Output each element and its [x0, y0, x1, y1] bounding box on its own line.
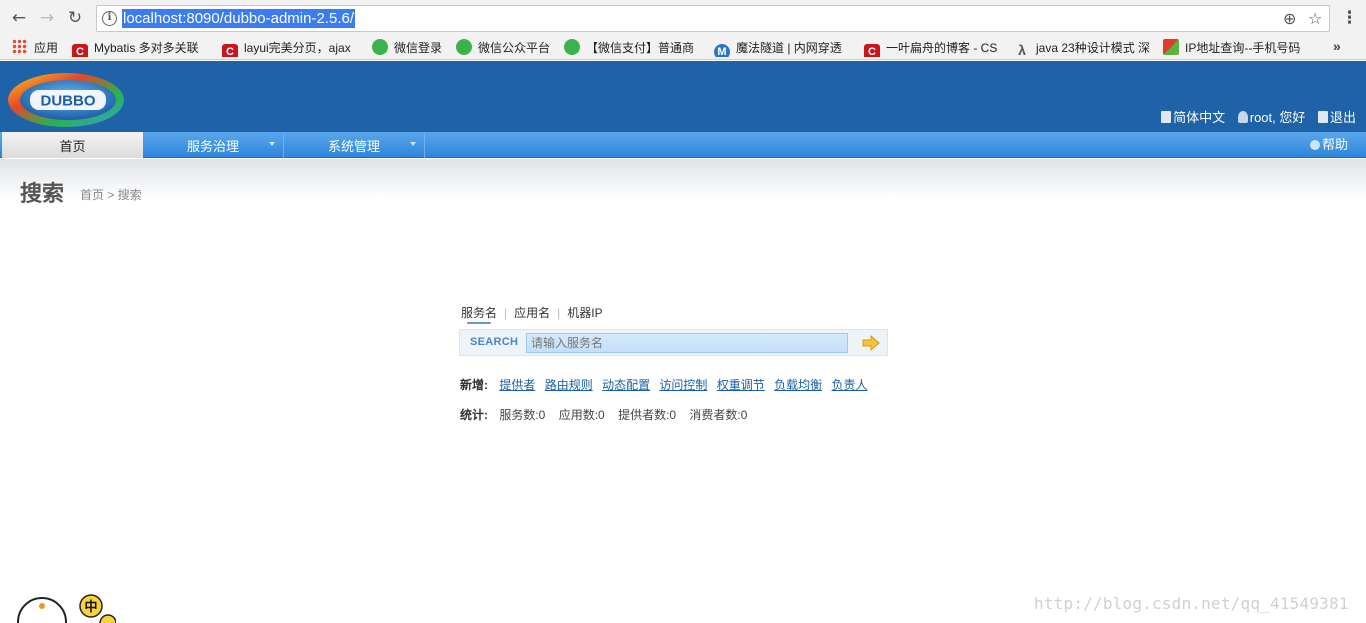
- add-provider-link[interactable]: 提供者: [499, 378, 535, 392]
- bookmark-tunnel[interactable]: M 魔法隧道 | 内网穿透: [714, 39, 850, 57]
- add-owner-link[interactable]: 负责人: [832, 378, 868, 392]
- stat-providers: 提供者数:0: [618, 408, 677, 422]
- stat-services: 服务数:0: [499, 408, 546, 422]
- bookmark-label: java 23种设计模式 深: [1036, 41, 1151, 55]
- exit-icon: [1317, 111, 1328, 123]
- lambda-icon: λ: [1018, 42, 1026, 57]
- bookmark-label: 一叶扁舟的博客 - CS: [886, 41, 998, 55]
- svg-text:DUBBO: DUBBO: [41, 93, 96, 110]
- search-box: SEARCH: [459, 329, 888, 356]
- bookmark-label: 微信登录: [394, 41, 443, 55]
- search-tabs: 服务名 | 应用名 | 机器IP: [460, 305, 604, 323]
- page-title: 搜索: [20, 181, 65, 206]
- menu-system-management[interactable]: 系统管理: [284, 132, 425, 158]
- bookmark-layui[interactable]: Clayui完美分页，ajax: [222, 39, 358, 57]
- wechat-icon: [456, 39, 472, 55]
- bookmark-wechat-platform[interactable]: 微信公众平台: [456, 39, 556, 57]
- stat-consumers: 消费者数:0: [689, 408, 748, 422]
- tab-app-name[interactable]: 应用名: [513, 305, 551, 321]
- add-row: 新增: 提供者 路由规则 动态配置 访问控制 权重调节 负载均衡 负责人: [460, 376, 874, 393]
- subheader-band: [0, 159, 1366, 199]
- bookmarks-more-icon[interactable]: »: [1333, 38, 1341, 54]
- add-weight-link[interactable]: 权重调节: [717, 378, 765, 392]
- bookmark-star-icon[interactable]: ☆: [1308, 9, 1322, 28]
- breadcrumb: 首页 > 搜索: [80, 188, 142, 202]
- bookmark-label: 微信公众平台: [478, 41, 551, 55]
- bookmark-label: 应用: [34, 41, 59, 55]
- help-link[interactable]: 帮助: [1309, 137, 1348, 153]
- back-icon[interactable]: ←: [8, 7, 30, 29]
- ime-floating-icon[interactable]: 中: [16, 592, 116, 623]
- search-input[interactable]: [526, 333, 848, 353]
- user-label: root, 您好: [1249, 110, 1306, 125]
- bookmark-blog[interactable]: C 一叶扁舟的博客 - CS: [864, 39, 1000, 57]
- help-label: 帮助: [1321, 137, 1348, 152]
- tab-divider: |: [557, 306, 561, 320]
- stats-row: 统计: 服务数:0 应用数:0 提供者数:0 消费者数:0: [460, 406, 757, 423]
- add-route-link[interactable]: 路由规则: [545, 378, 593, 392]
- wechat-icon: [564, 39, 580, 55]
- bookmark-ip-lookup[interactable]: IP地址查询--手机号码: [1163, 39, 1303, 57]
- csdn-icon: C: [864, 44, 880, 57]
- reload-icon[interactable]: ↻: [64, 7, 86, 29]
- tab-machine-ip[interactable]: 机器IP: [566, 305, 603, 321]
- logout-label: 退出: [1329, 110, 1356, 125]
- bookmark-label: Mybatis 多对多关联: [94, 41, 199, 55]
- bookmark-wechat-login[interactable]: 微信登录: [372, 39, 448, 57]
- menu-home[interactable]: 首页: [2, 132, 143, 158]
- wechat-icon: [372, 39, 388, 55]
- ip-icon: [1163, 39, 1179, 55]
- csdn-icon: C: [72, 44, 88, 57]
- browser-toolbar: ← → ↻ i localhost:8090/dubbo-admin-2.5.6…: [0, 0, 1366, 36]
- bookmark-wechat-pay[interactable]: 【微信支付】普通商: [564, 39, 704, 57]
- document-icon: [1161, 111, 1172, 123]
- bookmark-java-patterns[interactable]: λ java 23种设计模式 深: [1014, 39, 1152, 57]
- main-menu: 首页 服务治理 系统管理 帮助: [0, 132, 1366, 158]
- apps-grid-icon: [12, 39, 28, 55]
- language-label: 简体中文: [1173, 110, 1226, 125]
- user-info: root, 您好: [1237, 110, 1306, 126]
- dropdown-arrow-icon: [269, 142, 275, 146]
- menu-service-governance[interactable]: 服务治理: [143, 132, 284, 158]
- arrow-right-icon[interactable]: [862, 335, 880, 351]
- address-bar[interactable]: i localhost:8090/dubbo-admin-2.5.6/ ⊕ ☆: [96, 5, 1330, 32]
- menu-label: 系统管理: [327, 139, 380, 154]
- site-info-icon[interactable]: i: [102, 11, 117, 26]
- dropdown-arrow-icon: [410, 142, 416, 146]
- bookmark-label: layui完美分页，ajax: [244, 41, 351, 55]
- bookmark-mybatis[interactable]: C Mybatis 多对多关联: [72, 39, 212, 57]
- forward-icon[interactable]: →: [36, 7, 58, 29]
- watermark: http://blog.csdn.net/qq_41549381: [1034, 594, 1349, 613]
- active-tab-indicator: [467, 322, 491, 324]
- add-label: 新增:: [460, 378, 488, 392]
- add-access-control-link[interactable]: 访问控制: [659, 378, 707, 392]
- csdn-icon: C: [222, 44, 238, 57]
- bookmarks-bar: 应用 C Mybatis 多对多关联 Clayui完美分页，ajax 微信登录 微…: [0, 36, 1366, 60]
- logout-link[interactable]: 退出: [1317, 110, 1356, 126]
- user-icon: [1237, 111, 1248, 123]
- dubbo-logo: DUBBO: [8, 73, 124, 127]
- url-text[interactable]: localhost:8090/dubbo-admin-2.5.6/: [122, 9, 355, 28]
- bookmark-apps[interactable]: 应用: [12, 39, 66, 57]
- help-icon: [1309, 140, 1320, 150]
- app-header: DUBBO 简体中文 root, 您好 退出: [0, 61, 1366, 132]
- bookmark-label: IP地址查询--手机号码: [1185, 41, 1301, 55]
- tab-service-name[interactable]: 服务名: [460, 305, 498, 321]
- bookmark-label: 【微信支付】普通商: [586, 41, 695, 55]
- language-switch[interactable]: 简体中文: [1161, 110, 1225, 126]
- add-dynamic-config-link[interactable]: 动态配置: [602, 378, 650, 392]
- tab-divider: |: [504, 306, 508, 320]
- stats-label: 统计:: [460, 408, 488, 422]
- add-load-balance-link[interactable]: 负载均衡: [774, 378, 822, 392]
- bookmark-label: 魔法隧道 | 内网穿透: [736, 41, 842, 55]
- browser-menu-icon[interactable]: ⋮: [1341, 8, 1358, 28]
- stat-applications: 应用数:0: [558, 408, 605, 422]
- tunnel-icon: M: [714, 44, 730, 57]
- header-links: 简体中文 root, 您好 退出: [1152, 110, 1356, 126]
- search-label: SEARCH: [470, 336, 519, 348]
- menu-label: 服务治理: [186, 139, 239, 154]
- zoom-icon[interactable]: ⊕: [1283, 9, 1296, 28]
- svg-text:中: 中: [84, 599, 97, 615]
